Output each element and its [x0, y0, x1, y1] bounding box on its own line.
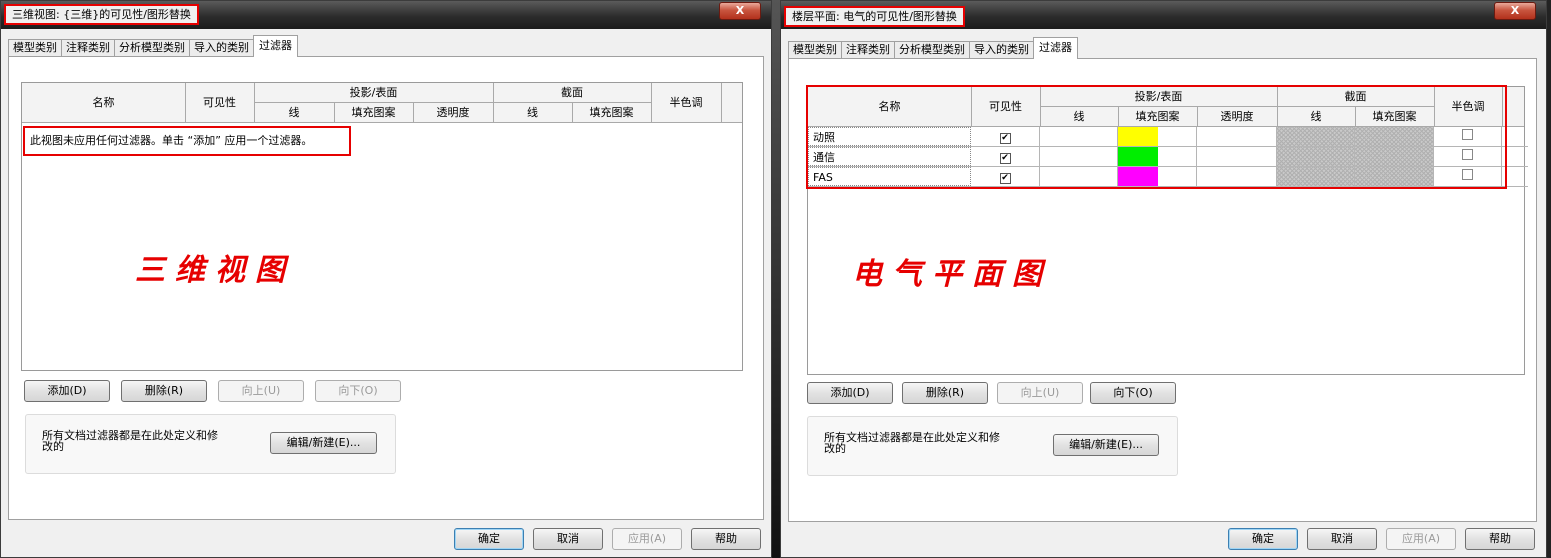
left-delete-button[interactable]: 删除(R): [121, 380, 207, 402]
left-add-button[interactable]: 添加(D): [24, 380, 110, 402]
left-ok-button[interactable]: 确定: [454, 528, 524, 550]
right-dialog: 楼层平面: 电气的可见性/图形替换 X 模型类别 注释类别 分析模型类别 导入的…: [780, 0, 1547, 558]
annotation-electrical-plan: 电气平面图: [852, 257, 1052, 292]
right-dialog-title: 楼层平面: 电气的可见性/图形替换: [784, 6, 965, 27]
right-dialog-body: 模型类别 注释类别 分析模型类别 导入的类别 过滤器 名称 可见性 投影/表面 …: [781, 29, 1546, 557]
right-close-button[interactable]: X: [1494, 2, 1536, 20]
right-edit-new-button[interactable]: 编辑/新建(E)...: [1053, 434, 1159, 456]
left-help-button[interactable]: 帮助: [691, 528, 761, 550]
right-filter-grid: 名称 可见性 投影/表面 线 填充图案 透明度 截面 线 填充图案 半色调 动照…: [806, 85, 1528, 375]
left-tab-imported-categories[interactable]: 导入的类别: [189, 39, 254, 57]
right-tab-model-categories[interactable]: 模型类别: [788, 41, 842, 59]
left-titlebar: 三维视图: {三维}的可见性/图形替换 X: [1, 1, 771, 29]
right-tab-annotation-categories[interactable]: 注释类别: [841, 41, 895, 59]
filters-highlight-box: [806, 85, 1507, 189]
right-apply-button[interactable]: 应用(A): [1386, 528, 1456, 550]
col-header-name: 名称: [92, 96, 115, 109]
right-tab-filters[interactable]: 过滤器: [1033, 37, 1078, 59]
left-tab-model-categories[interactable]: 模型类别: [8, 39, 62, 57]
right-move-up-button[interactable]: 向上(U): [997, 382, 1083, 404]
left-filters-panel: 名称 可见性 投影/表面 线 填充图案 透明度 截面 线 填充图案 半色调 此视…: [8, 56, 764, 520]
left-tab-filters[interactable]: 过滤器: [253, 35, 298, 57]
left-move-down-button[interactable]: 向下(O): [315, 380, 401, 402]
left-tab-annotation-categories[interactable]: 注释类别: [61, 39, 115, 57]
right-help-button[interactable]: 帮助: [1465, 528, 1535, 550]
col-header-visibility: 可见性: [203, 96, 236, 109]
right-move-down-button[interactable]: 向下(O): [1090, 382, 1176, 404]
left-grid-header: 名称 可见性 投影/表面 线 填充图案 透明度 截面 线 填充图案 半色调: [22, 83, 742, 123]
col-header-halftone: 半色调: [669, 96, 703, 109]
col-header-projection-surface: 投影/表面: [349, 86, 398, 99]
right-tab-analytical-model-categories[interactable]: 分析模型类别: [894, 41, 970, 59]
col-header-cut-line: 线: [527, 106, 538, 119]
col-header-cut-fill-pattern: 填充图案: [589, 106, 634, 119]
left-filter-grid: 名称 可见性 投影/表面 线 填充图案 透明度 截面 线 填充图案 半色调 此视…: [21, 82, 743, 371]
left-dialog-title: 三维视图: {三维}的可见性/图形替换: [4, 4, 199, 25]
left-apply-button[interactable]: 应用(A): [612, 528, 682, 550]
right-group-description: 所有文档过滤器都是在此处定义和修改的: [824, 431, 1000, 455]
left-tab-strip: 模型类别 注释类别 分析模型类别 导入的类别 过滤器: [8, 35, 298, 57]
left-dialog: 三维视图: {三维}的可见性/图形替换 X 模型类别 注释类别 分析模型类别 导…: [0, 0, 772, 558]
left-close-button[interactable]: X: [719, 2, 761, 20]
left-cancel-button[interactable]: 取消: [533, 528, 603, 550]
screenshot-root: 三维视图: {三维}的可见性/图形替换 X 模型类别 注释类别 分析模型类别 导…: [0, 0, 1551, 558]
col-header-transparency: 透明度: [436, 106, 470, 119]
left-group-description: 所有文档过滤器都是在此处定义和修改的: [42, 429, 218, 453]
left-move-up-button[interactable]: 向上(U): [218, 380, 304, 402]
col-header-proj-line: 线: [288, 106, 300, 119]
right-filter-definition-group: 所有文档过滤器都是在此处定义和修改的 编辑/新建(E)...: [807, 416, 1178, 476]
annotation-3d-view: 三维视图: [135, 253, 295, 288]
right-delete-button[interactable]: 删除(R): [902, 382, 988, 404]
left-filter-definition-group: 所有文档过滤器都是在此处定义和修改的 编辑/新建(E)...: [25, 414, 396, 474]
right-filters-panel: 名称 可见性 投影/表面 线 填充图案 透明度 截面 线 填充图案 半色调 动照…: [788, 58, 1537, 522]
col-header-cut: 截面: [561, 86, 583, 99]
left-tab-analytical-model-categories[interactable]: 分析模型类别: [114, 39, 190, 57]
right-tab-strip: 模型类别 注释类别 分析模型类别 导入的类别 过滤器: [788, 37, 1078, 59]
left-dialog-body: 模型类别 注释类别 分析模型类别 导入的类别 过滤器 名称 可见性 投影/表面 …: [1, 29, 771, 557]
right-titlebar: 楼层平面: 电气的可见性/图形替换 X: [781, 1, 1546, 29]
right-add-button[interactable]: 添加(D): [807, 382, 893, 404]
right-tab-imported-categories[interactable]: 导入的类别: [969, 41, 1034, 59]
right-ok-button[interactable]: 确定: [1228, 528, 1298, 550]
no-filters-message: 此视图未应用任何过滤器。单击 “添加” 应用一个过滤器。: [23, 126, 351, 156]
left-edit-new-button[interactable]: 编辑/新建(E)...: [270, 432, 377, 454]
right-cancel-button[interactable]: 取消: [1307, 528, 1377, 550]
col-header-proj-fill-pattern: 填充图案: [351, 106, 396, 119]
